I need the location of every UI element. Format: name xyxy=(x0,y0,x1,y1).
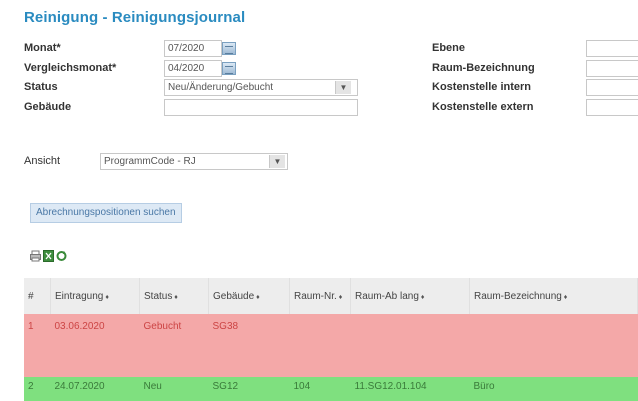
ansicht-value: ProgrammCode - RJ xyxy=(104,156,196,167)
status-value: Neu/Änderung/Gebucht xyxy=(168,82,274,93)
kostenstelle-intern-input[interactable] xyxy=(586,79,638,96)
kostenstelle-intern-label: Kostenstelle intern xyxy=(432,81,532,93)
monat-label: Monat* xyxy=(24,42,61,54)
table-row[interactable]: 2 24.07.2020 Neu SG12 104 11.SG12.01.104… xyxy=(24,377,638,401)
status-select[interactable]: Neu/Änderung/Gebucht ▼ xyxy=(164,79,358,96)
column-header-raum-lang[interactable]: Raum-Ab lang xyxy=(350,278,470,314)
table-header-row: # Eintragung Status Gebäude Raum-Nr. Rau… xyxy=(24,278,638,314)
raum-bezeichnung-label: Raum-Bezeichnung xyxy=(432,62,535,74)
vergleichsmonat-input[interactable]: 04/2020 xyxy=(164,60,222,77)
excel-icon[interactable] xyxy=(43,250,54,262)
cell-raum-nr: 104 xyxy=(289,377,351,401)
chevron-down-icon[interactable]: ▼ xyxy=(335,81,351,94)
calendar-icon[interactable] xyxy=(222,42,236,55)
calendar-icon[interactable] xyxy=(222,62,236,75)
journal-table: # Eintragung Status Gebäude Raum-Nr. Rau… xyxy=(24,278,638,401)
column-header-number: # xyxy=(24,278,51,314)
cell-status: Neu xyxy=(139,377,209,401)
vergleichsmonat-label: Vergleichsmonat* xyxy=(24,62,117,74)
column-header-eintragung[interactable]: Eintragung xyxy=(50,278,140,314)
chevron-down-icon[interactable]: ▼ xyxy=(269,155,285,168)
kostenstelle-extern-label: Kostenstelle extern xyxy=(432,101,534,113)
kostenstelle-extern-input[interactable] xyxy=(586,99,638,116)
monat-input[interactable]: 07/2020 xyxy=(164,40,222,57)
cell-status: Gebucht xyxy=(139,314,209,377)
page-title: Reinigung - Reinigungsjournal xyxy=(24,9,246,26)
status-label: Status xyxy=(24,81,58,93)
cell-number: 1 xyxy=(24,314,51,377)
gebaeude-input[interactable] xyxy=(164,99,358,116)
cell-building: SG38 xyxy=(208,314,290,377)
printer-icon[interactable] xyxy=(30,250,41,262)
cell-raum-lang xyxy=(350,314,470,377)
cell-raum-bezeichnung: Büro xyxy=(469,377,638,401)
table-row[interactable]: 1 03.06.2020 Gebucht SG38 xyxy=(24,314,638,377)
ansicht-select[interactable]: ProgrammCode - RJ ▼ xyxy=(100,153,288,170)
column-header-raum-bezeichnung[interactable]: Raum-Bezeichnung xyxy=(469,278,638,314)
column-header-raum-nr[interactable]: Raum-Nr. xyxy=(289,278,351,314)
ebene-label: Ebene xyxy=(432,42,466,54)
cell-number: 2 xyxy=(24,377,51,401)
ebene-input[interactable] xyxy=(586,40,638,57)
column-header-gebaeude[interactable]: Gebäude xyxy=(208,278,290,314)
cell-raum-lang: 11.SG12.01.104 xyxy=(350,377,470,401)
cell-raum-bezeichnung xyxy=(469,314,638,377)
ansicht-label: Ansicht xyxy=(24,155,61,167)
cell-date: 24.07.2020 xyxy=(50,377,140,401)
refresh-icon[interactable] xyxy=(56,250,67,262)
search-button[interactable]: Abrechnungspositionen suchen xyxy=(30,203,182,223)
gebaeude-label: Gebäude xyxy=(24,101,72,113)
raum-bezeichnung-input[interactable] xyxy=(586,60,638,77)
cell-raum-nr xyxy=(289,314,351,377)
column-header-status[interactable]: Status xyxy=(139,278,209,314)
cell-date: 03.06.2020 xyxy=(50,314,140,377)
cell-building: SG12 xyxy=(208,377,290,401)
